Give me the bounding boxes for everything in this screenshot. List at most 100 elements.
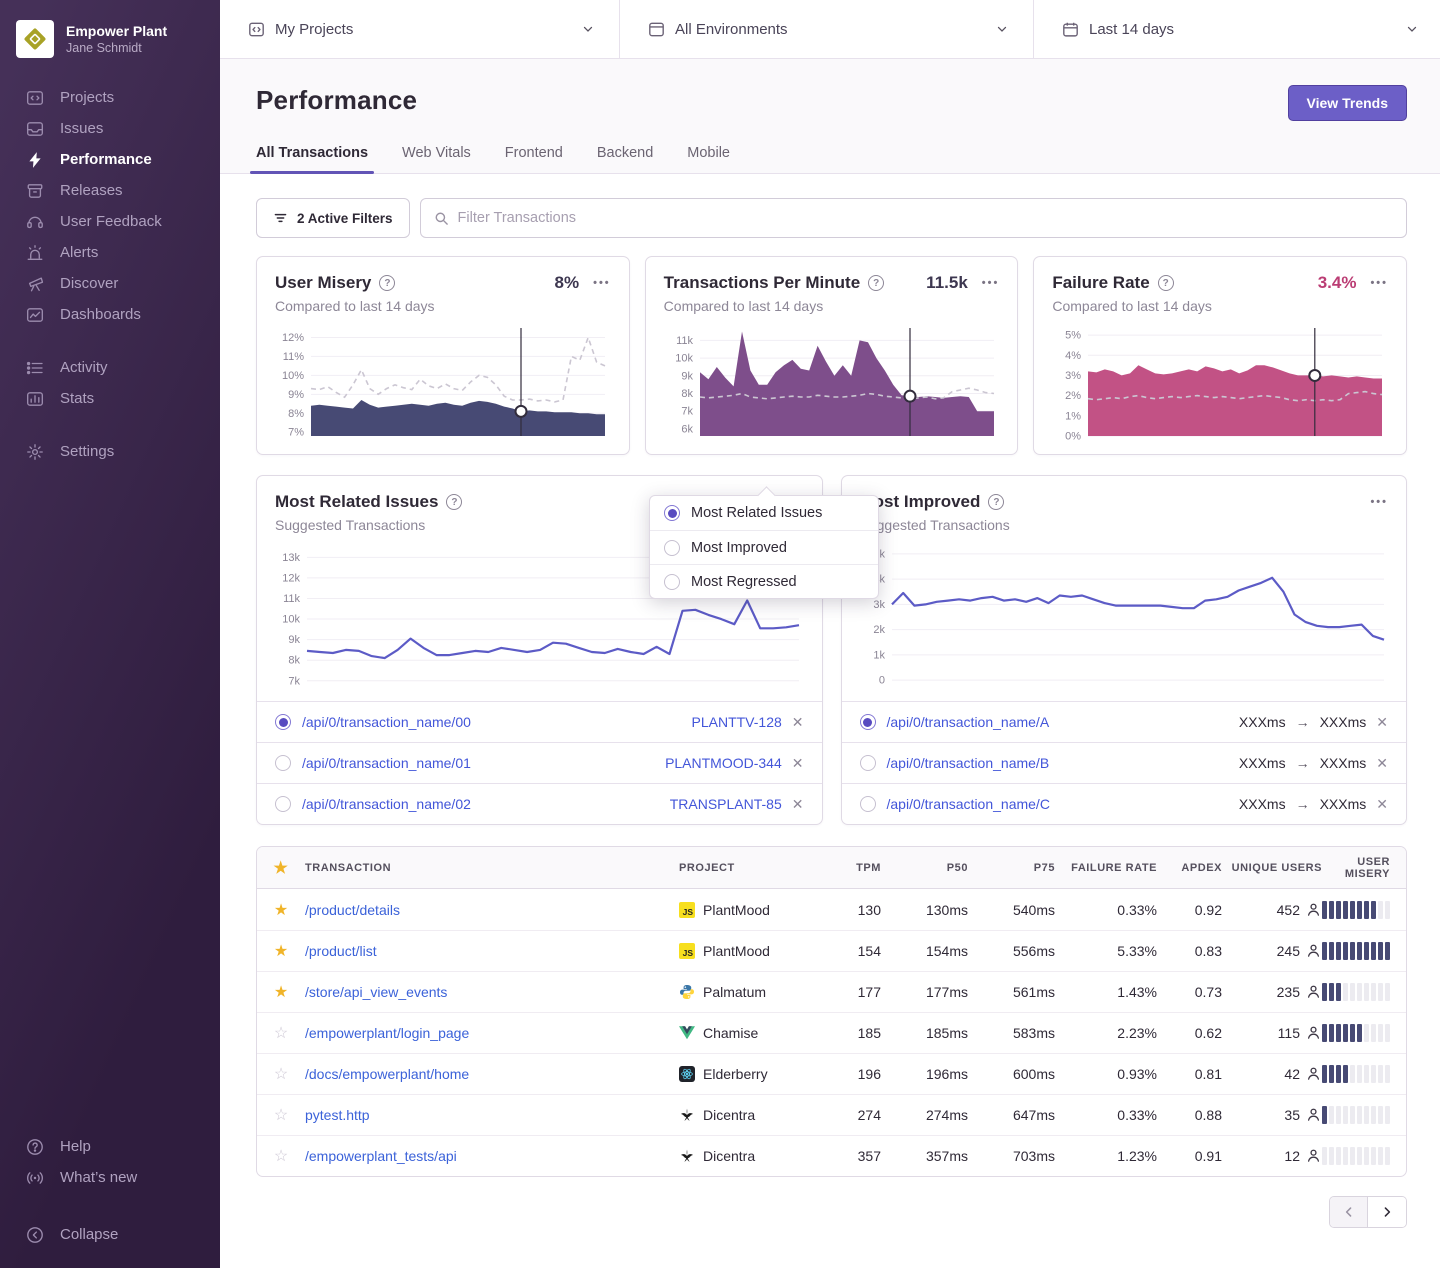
misery-bar [1357,1024,1362,1042]
org-switcher[interactable]: Empower Plant Jane Schmidt [0,16,220,72]
radio-button[interactable] [664,574,680,590]
close-icon[interactable]: ✕ [792,715,804,729]
favorite-star[interactable]: ☆ [257,1023,305,1043]
environment-selector[interactable]: All Environments [620,0,1034,58]
more-options-icon[interactable]: ••• [1364,275,1388,291]
help-icon[interactable]: ? [988,494,1004,510]
column-header-p50[interactable]: P50 [881,862,968,874]
help-icon[interactable]: ? [868,275,884,291]
radio-button[interactable] [860,714,876,730]
tab-all-transactions[interactable]: All Transactions [256,145,368,173]
favorite-star[interactable]: ☆ [257,1146,305,1166]
favorite-star[interactable]: ☆ [257,1064,305,1084]
transaction-link[interactable]: /empowerplant/login_page [305,1025,469,1041]
help-icon[interactable]: ? [446,494,462,510]
transaction-cell: /product/details [305,902,679,918]
transaction-link[interactable]: /product/list [305,943,377,959]
column-header-p75[interactable]: P75 [968,862,1055,874]
radio-button[interactable] [275,796,291,812]
issue-tag-link[interactable]: TRANSPLANT-85 [670,796,782,812]
column-header-apdex[interactable]: APDEX [1157,862,1222,874]
view-trends-button[interactable]: View Trends [1288,85,1407,121]
favorite-star[interactable]: ☆ [257,1105,305,1125]
radio-button[interactable] [860,755,876,771]
menu-option-most-improved[interactable]: Most Improved [650,530,878,564]
sidebar-item-discover[interactable]: Discover [0,268,220,299]
issue-tag-link[interactable]: PLANTMOOD-344 [665,755,782,771]
close-icon[interactable]: ✕ [1376,756,1388,770]
project-selector[interactable]: My Projects [220,0,620,58]
tab-backend[interactable]: Backend [597,145,653,173]
previous-page-button[interactable] [1330,1197,1368,1227]
arrow-right-icon: → [1296,796,1310,812]
close-icon[interactable]: ✕ [1376,797,1388,811]
column-header-transaction[interactable]: TRANSACTION [305,862,679,874]
column-header-tpm[interactable]: TPM [809,862,881,874]
column-header-unique-users[interactable]: UNIQUE USERS [1222,862,1322,874]
issue-tag-link[interactable]: PLANTTV-128 [692,714,782,730]
search-input[interactable] [458,210,1393,226]
misery-bar [1343,1065,1348,1083]
radio-button[interactable] [860,796,876,812]
sidebar-item-issues[interactable]: Issues [0,113,220,144]
radio-button[interactable] [664,505,680,521]
transaction-link[interactable]: /api/0/transaction_name/01 [302,755,471,771]
sidebar-item-dashboards[interactable]: Dashboards [0,299,220,330]
transaction-link[interactable]: /api/0/transaction_name/00 [302,714,471,730]
favorite-star[interactable]: ★ [257,941,305,961]
user-misery-cell [1322,1024,1406,1042]
transaction-link[interactable]: /empowerplant_tests/api [305,1148,457,1164]
column-header-failure-rate[interactable]: FAILURE RATE [1055,862,1157,874]
menu-option-most-regressed[interactable]: Most Regressed [650,564,878,598]
more-options-icon[interactable]: ••• [976,275,1000,291]
p75-cell: 703ms [968,1148,1055,1164]
column-header-project[interactable]: PROJECT [679,862,809,874]
close-icon[interactable]: ✕ [1376,715,1388,729]
sidebar-item-releases[interactable]: Releases [0,175,220,206]
tpm-cell: 196 [809,1066,881,1082]
sidebar-item-activity[interactable]: Activity [0,352,220,383]
transaction-link[interactable]: /api/0/transaction_name/02 [302,796,471,812]
transaction-link[interactable]: /store/api_view_events [305,984,447,1000]
active-filters-button[interactable]: 2 Active Filters [256,198,410,238]
sidebar-item-collapse[interactable]: Collapse [0,1219,220,1250]
transaction-link[interactable]: /product/details [305,902,400,918]
radio-button[interactable] [275,755,291,771]
transaction-link[interactable]: /api/0/transaction_name/A [887,714,1050,730]
transaction-link[interactable]: /api/0/transaction_name/C [887,796,1050,812]
sidebar-item-projects[interactable]: Projects [0,82,220,113]
radio-button[interactable] [664,540,680,556]
transaction-link[interactable]: /docs/empowerplant/home [305,1066,469,1082]
sidebar-item-user-feedback[interactable]: User Feedback [0,206,220,237]
sidebar-item-whats-new[interactable]: What’s new [0,1162,220,1193]
misery-bar [1350,1065,1355,1083]
transaction-link[interactable]: pytest.http [305,1107,370,1123]
misery-bar [1350,1106,1355,1124]
help-icon[interactable]: ? [379,275,395,291]
favorite-star[interactable]: ★ [257,982,305,1002]
sidebar-item-settings[interactable]: Settings [0,436,220,467]
close-icon[interactable]: ✕ [792,797,804,811]
date-range-selector[interactable]: Last 14 days [1034,0,1440,58]
duration-from: XXXms [1239,755,1286,771]
misery-bar [1357,901,1362,919]
next-page-button[interactable] [1368,1197,1406,1227]
sidebar-item-stats[interactable]: Stats [0,383,220,414]
more-options-icon[interactable]: ••• [587,275,611,291]
sidebar-item-performance[interactable]: Performance [0,144,220,175]
help-icon[interactable]: ? [1158,275,1174,291]
svg-text:11k: 11k [283,593,300,605]
column-header-user-misery[interactable]: USER MISERY [1322,856,1406,880]
more-options-icon[interactable]: ••• [1364,494,1388,510]
tab-web-vitals[interactable]: Web Vitals [402,145,471,173]
transaction-link[interactable]: /api/0/transaction_name/B [887,755,1050,771]
sidebar-item-help[interactable]: Help [0,1131,220,1162]
tab-frontend[interactable]: Frontend [505,145,563,173]
tab-mobile[interactable]: Mobile [687,145,730,173]
menu-option-most-related-issues[interactable]: Most Related Issues [650,496,878,530]
radio-button[interactable] [275,714,291,730]
close-icon[interactable]: ✕ [792,756,804,770]
favorite-star[interactable]: ★ [257,900,305,920]
tpm-cell: 154 [809,943,881,959]
sidebar-item-alerts[interactable]: Alerts [0,237,220,268]
